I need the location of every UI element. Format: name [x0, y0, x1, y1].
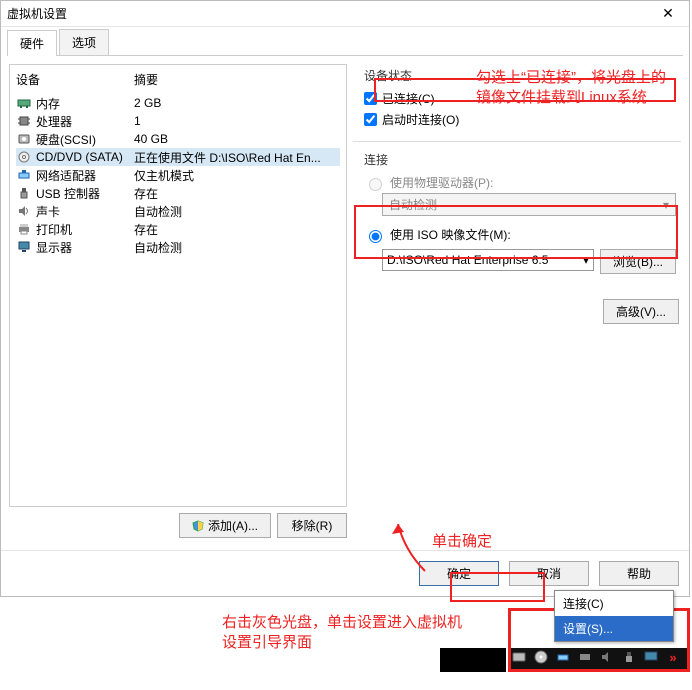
tab-options[interactable]: 选项 [59, 29, 109, 55]
device-summary: 仅主机模式 [134, 167, 340, 184]
tray-context-menu: 连接(C) 设置(S)... [554, 590, 674, 642]
shield-icon [192, 520, 204, 532]
device-row-disk[interactable]: 硬盘(SCSI) 40 GB [16, 130, 340, 148]
tray-cd-icon[interactable] [532, 648, 550, 666]
iso-path-value: D:\ISO\Red Hat Enterprise 6.5 [387, 253, 548, 267]
use-physical-label: 使用物理驱动器(P): [390, 174, 493, 191]
col-device: 设备 [16, 71, 134, 88]
tray-sound-icon[interactable] [598, 648, 616, 666]
chevron-down-icon: ▾ [583, 253, 589, 267]
remove-button[interactable]: 移除(R) [277, 513, 347, 538]
device-row-cpu[interactable]: 处理器 1 [16, 112, 340, 130]
ok-button[interactable]: 确定 [419, 561, 499, 586]
device-row-usb[interactable]: USB 控制器 存在 [16, 184, 340, 202]
col-summary: 摘要 [134, 71, 158, 88]
close-button[interactable]: ✕ [653, 5, 683, 22]
device-name: 内存 [36, 95, 60, 112]
tray-usb-icon[interactable] [620, 648, 638, 666]
chevron-down-icon: ▾ [663, 198, 669, 212]
annotation-text-connected: 勾选上“已连接”，将光盘上的镜像文件挂载到Linux系统 [476, 68, 671, 109]
use-physical-radio[interactable] [369, 178, 382, 191]
device-summary: 1 [134, 114, 340, 128]
conn-group-label: 连接 [364, 151, 676, 168]
add-button[interactable]: 添加(A)... [179, 513, 271, 538]
device-list-header: 设备 摘要 [16, 69, 340, 94]
device-summary: 存在 [134, 185, 340, 202]
device-summary: 2 GB [134, 96, 340, 110]
connect-on-start-label: 启动时连接(O) [382, 111, 459, 128]
device-summary: 正在使用文件 D:\ISO\Red Hat En... [134, 149, 340, 166]
device-summary: 自动检测 [134, 239, 340, 256]
left-buttons: 添加(A)... 移除(R) [9, 507, 347, 538]
use-iso-radio[interactable] [369, 230, 382, 243]
device-row-display[interactable]: 显示器 自动检测 [16, 238, 340, 256]
tray-display-icon[interactable] [642, 648, 660, 666]
device-name: CD/DVD (SATA) [36, 150, 123, 164]
cancel-button[interactable]: 取消 [509, 561, 589, 586]
physical-drive-value: 自动检测 [389, 196, 437, 213]
window-title: 虚拟机设置 [7, 5, 67, 22]
device-name: 显示器 [36, 239, 72, 256]
arrow-icon [380, 516, 430, 576]
device-name: 处理器 [36, 113, 72, 130]
context-menu-connect[interactable]: 连接(C) [555, 591, 673, 616]
browse-button[interactable]: 浏览(B)... [600, 249, 676, 274]
connected-checkbox[interactable] [364, 92, 377, 105]
sound-icon [16, 203, 32, 219]
context-menu-settings[interactable]: 设置(S)... [555, 616, 673, 641]
device-name: 网络适配器 [36, 167, 96, 184]
printer-icon [16, 221, 32, 237]
physical-drive-select[interactable]: 自动检测 ▾ [382, 193, 676, 216]
device-row-cddvd[interactable]: CD/DVD (SATA) 正在使用文件 D:\ISO\Red Hat En..… [16, 148, 340, 166]
right-pane: 设备状态 已连接(C) 启动时连接(O) 连接 使用物理驱动器(P): [353, 64, 681, 538]
tab-hardware[interactable]: 硬件 [7, 30, 57, 56]
use-iso-label: 使用 ISO 映像文件(M): [390, 226, 511, 243]
display-icon [16, 239, 32, 255]
cd-icon [16, 149, 32, 165]
advanced-button[interactable]: 高级(V)... [603, 299, 679, 324]
disk-icon [16, 131, 32, 147]
device-summary: 存在 [134, 221, 340, 238]
left-pane: 设备 摘要 内存 2 GB 处理器 1 硬盘(SCSI) 40 GB CD/DV… [9, 64, 347, 538]
tray-net-icon[interactable] [554, 648, 572, 666]
taskbar-dark-strip [440, 648, 506, 672]
add-label: 添加(A)... [208, 519, 258, 533]
tray-chevron-icon[interactable]: » [664, 648, 682, 666]
device-name: 硬盘(SCSI) [36, 131, 96, 148]
connection-group: 连接 使用物理驱动器(P): 自动检测 ▾ 使用 ISO 映像文件(M): [353, 148, 681, 281]
device-row-sound[interactable]: 声卡 自动检测 [16, 202, 340, 220]
usb-icon [16, 185, 32, 201]
titlebar: 虚拟机设置 ✕ [1, 1, 689, 27]
tray-printer-icon[interactable] [576, 648, 594, 666]
device-name: 打印机 [36, 221, 72, 238]
device-name: USB 控制器 [36, 185, 100, 202]
annotation-text-rightclick: 右击灰色光盘，单击设置进入虚拟机设置引导界面 [222, 613, 462, 654]
iso-path-select[interactable]: D:\ISO\Red Hat Enterprise 6.5 ▾ [382, 249, 594, 271]
net-icon [16, 167, 32, 183]
tray-icons: » [510, 648, 682, 666]
device-row-memory[interactable]: 内存 2 GB [16, 94, 340, 112]
device-row-printer[interactable]: 打印机 存在 [16, 220, 340, 238]
cpu-icon [16, 113, 32, 129]
dialog-body: 设备 摘要 内存 2 GB 处理器 1 硬盘(SCSI) 40 GB CD/DV… [1, 56, 689, 546]
memory-icon [16, 95, 32, 111]
device-summary: 40 GB [134, 132, 340, 146]
annotation-text-ok: 单击确定 [432, 532, 492, 552]
help-button[interactable]: 帮助 [599, 561, 679, 586]
device-name: 声卡 [36, 203, 60, 220]
connected-label: 已连接(C) [382, 90, 435, 107]
device-summary: 自动检测 [134, 203, 340, 220]
tab-bar: 硬件 选项 [7, 29, 683, 56]
tray-disk-icon[interactable] [510, 648, 528, 666]
connect-on-start-checkbox[interactable] [364, 113, 377, 126]
device-row-network[interactable]: 网络适配器 仅主机模式 [16, 166, 340, 184]
device-list[interactable]: 设备 摘要 内存 2 GB 处理器 1 硬盘(SCSI) 40 GB CD/DV… [9, 64, 347, 507]
